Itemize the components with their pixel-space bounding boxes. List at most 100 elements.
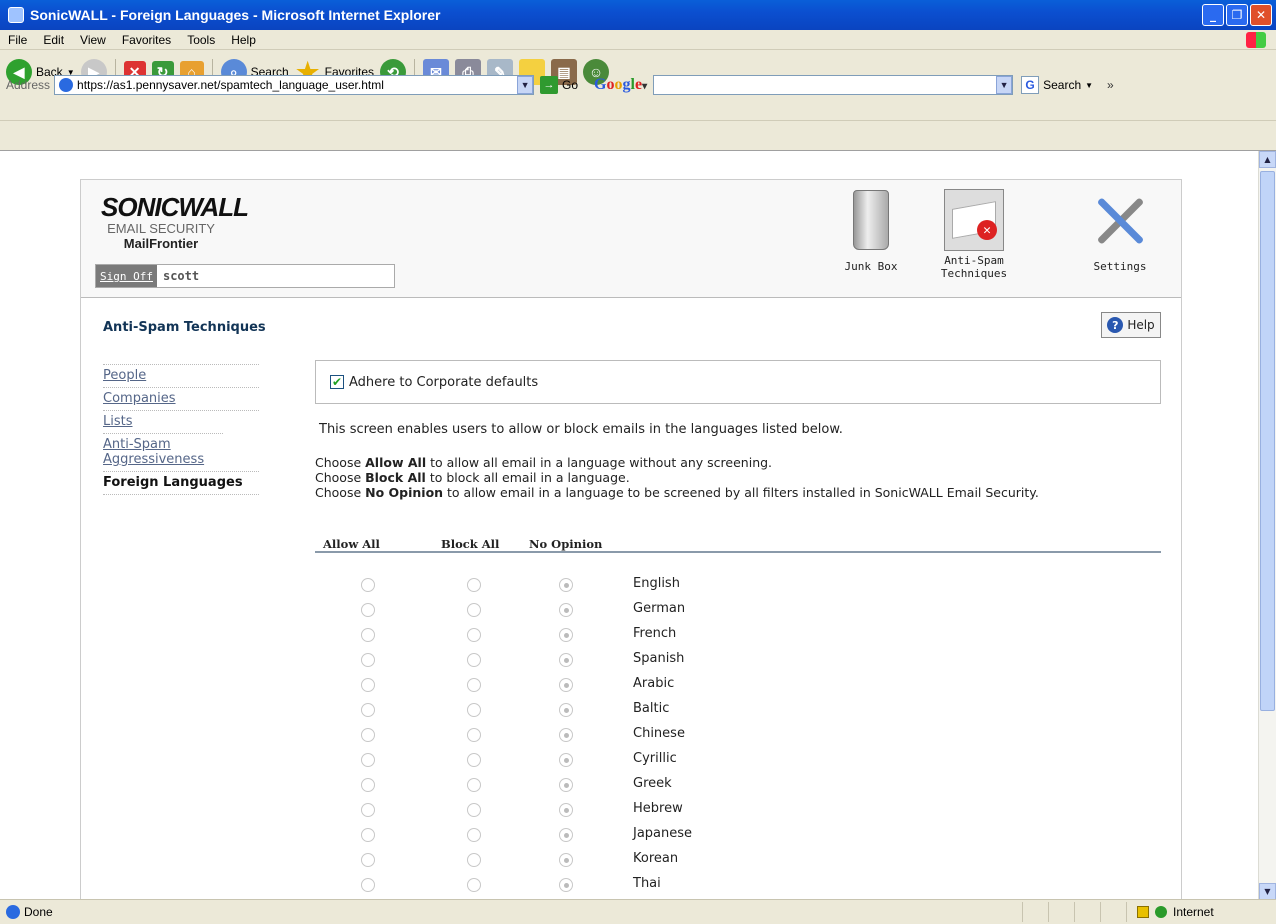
language-row: Japanese bbox=[81, 826, 1181, 851]
menu-favorites[interactable]: Favorites bbox=[114, 33, 179, 47]
no-opinion-radio[interactable] bbox=[559, 878, 573, 892]
ie-icon bbox=[8, 7, 24, 23]
restore-button[interactable]: ❐ bbox=[1226, 4, 1248, 26]
no-opinion-radio[interactable] bbox=[559, 703, 573, 717]
no-opinion-radio[interactable] bbox=[559, 803, 573, 817]
sidenav-anti-spam-aggressiveness[interactable]: Anti-Spam Aggressiveness bbox=[103, 433, 223, 471]
status-text: Done bbox=[24, 905, 53, 919]
block-all-radio[interactable] bbox=[467, 728, 481, 742]
language-row: Korean bbox=[81, 851, 1181, 876]
column-headers: Allow All Block All No Opinion bbox=[315, 534, 1161, 553]
address-input[interactable]: https://as1.pennysaver.net/spamtech_lang… bbox=[54, 75, 535, 95]
sidenav-people[interactable]: People bbox=[103, 364, 259, 387]
no-opinion-radio[interactable] bbox=[559, 603, 573, 617]
scroll-down-arrow[interactable]: ▼ bbox=[1259, 883, 1276, 899]
go-button[interactable]: → Go bbox=[540, 76, 578, 94]
block-all-radio[interactable] bbox=[467, 828, 481, 842]
no-opinion-radio[interactable] bbox=[559, 678, 573, 692]
menu-edit[interactable]: Edit bbox=[35, 33, 72, 47]
google-dropdown[interactable]: ▼ bbox=[996, 76, 1013, 94]
sidenav-foreign-languages[interactable]: Foreign Languages bbox=[103, 471, 259, 495]
allow-all-radio[interactable] bbox=[361, 878, 375, 892]
block-all-radio[interactable] bbox=[467, 878, 481, 892]
col-no-opinion: No Opinion bbox=[529, 537, 603, 551]
sonicwall-page: SONICWALL EMAIL SECURITY MailFrontier Si… bbox=[80, 179, 1182, 899]
google-search-input[interactable]: ▼ bbox=[653, 75, 1014, 95]
title-bar: SonicWALL - Foreign Languages - Microsof… bbox=[0, 0, 1276, 30]
allow-all-radio[interactable] bbox=[361, 853, 375, 867]
section-title: Anti-Spam Techniques bbox=[103, 320, 266, 335]
no-opinion-radio[interactable] bbox=[559, 653, 573, 667]
sign-off-link[interactable]: Sign Off bbox=[96, 265, 157, 287]
allow-all-radio[interactable] bbox=[361, 628, 375, 642]
google-search-button[interactable]: G Search ▼ bbox=[1021, 76, 1093, 94]
block-all-radio[interactable] bbox=[467, 803, 481, 817]
block-all-radio[interactable] bbox=[467, 853, 481, 867]
no-opinion-radio[interactable] bbox=[559, 828, 573, 842]
allow-all-radio[interactable] bbox=[361, 678, 375, 692]
allow-all-radio[interactable] bbox=[361, 803, 375, 817]
allow-all-radio[interactable] bbox=[361, 778, 375, 792]
minimize-button[interactable]: _ bbox=[1202, 4, 1224, 26]
status-bar: Done Internet bbox=[0, 899, 1276, 924]
allow-all-radio[interactable] bbox=[361, 828, 375, 842]
allow-all-radio[interactable] bbox=[361, 578, 375, 592]
language-name: English bbox=[633, 576, 680, 591]
menu-tools[interactable]: Tools bbox=[179, 33, 223, 47]
menu-help[interactable]: Help bbox=[223, 33, 264, 47]
close-button[interactable]: ✕ bbox=[1250, 4, 1272, 26]
block-all-radio[interactable] bbox=[467, 678, 481, 692]
corporate-defaults-box: ✔ Adhere to Corporate defaults bbox=[315, 360, 1161, 404]
block-all-radio[interactable] bbox=[467, 778, 481, 792]
address-bar-row: Address https://as1.pennysaver.net/spamt… bbox=[0, 73, 1276, 97]
allow-all-radio[interactable] bbox=[361, 728, 375, 742]
sidenav-lists[interactable]: Lists bbox=[103, 410, 259, 433]
block-all-radio[interactable] bbox=[467, 703, 481, 717]
scroll-up-arrow[interactable]: ▲ bbox=[1259, 151, 1276, 168]
nav-settings[interactable]: Settings bbox=[1075, 184, 1165, 273]
sidenav-companies[interactable]: Companies bbox=[103, 387, 259, 410]
google-logo[interactable]: Google▾ bbox=[594, 76, 647, 94]
vertical-scrollbar[interactable]: ▲ ▼ bbox=[1258, 151, 1276, 899]
no-opinion-radio[interactable] bbox=[559, 728, 573, 742]
no-opinion-radio[interactable] bbox=[559, 853, 573, 867]
windows-logo-icon bbox=[1246, 32, 1266, 48]
menu-file[interactable]: File bbox=[0, 33, 35, 47]
block-all-radio[interactable] bbox=[467, 653, 481, 667]
allow-all-radio[interactable] bbox=[361, 603, 375, 617]
go-arrow-icon: → bbox=[540, 76, 559, 94]
allow-all-radio[interactable] bbox=[361, 653, 375, 667]
allow-all-radio[interactable] bbox=[361, 703, 375, 717]
address-dropdown[interactable]: ▼ bbox=[517, 76, 534, 94]
corporate-defaults-checkbox[interactable]: ✔ bbox=[330, 375, 344, 389]
language-row: English bbox=[81, 576, 1181, 601]
toolbar-overflow-icon[interactable]: » bbox=[1107, 78, 1114, 92]
no-opinion-radio[interactable] bbox=[559, 778, 573, 792]
no-opinion-radio[interactable] bbox=[559, 628, 573, 642]
trash-can-icon bbox=[853, 190, 889, 250]
nav-anti-spam-techniques[interactable]: ✕ Anti-Spam Techniques bbox=[929, 184, 1019, 280]
block-all-radio[interactable] bbox=[467, 753, 481, 767]
block-all-radio[interactable] bbox=[467, 578, 481, 592]
language-name: Thai bbox=[633, 876, 661, 891]
menu-bar: File Edit View Favorites Tools Help bbox=[0, 30, 1276, 50]
language-name: Hebrew bbox=[633, 801, 683, 816]
side-navigation: People Companies Lists Anti-Spam Aggress… bbox=[103, 364, 259, 495]
no-opinion-radio[interactable] bbox=[559, 753, 573, 767]
scroll-thumb[interactable] bbox=[1260, 171, 1275, 711]
envelope-block-icon: ✕ bbox=[944, 189, 1004, 251]
block-all-radio[interactable] bbox=[467, 628, 481, 642]
block-all-radio[interactable] bbox=[467, 603, 481, 617]
nav-junk-box[interactable]: Junk Box bbox=[826, 184, 916, 273]
corporate-defaults-label[interactable]: Adhere to Corporate defaults bbox=[349, 375, 538, 390]
language-row: Greek bbox=[81, 776, 1181, 801]
language-row: Thai bbox=[81, 876, 1181, 899]
page-icon bbox=[59, 78, 74, 92]
language-row: Cyrillic bbox=[81, 751, 1181, 776]
no-opinion-radio[interactable] bbox=[559, 578, 573, 592]
help-button[interactable]: ? Help bbox=[1101, 312, 1161, 338]
allow-all-radio[interactable] bbox=[361, 753, 375, 767]
page-description: This screen enables users to allow or bl… bbox=[319, 422, 843, 437]
tools-icon bbox=[1091, 191, 1149, 249]
menu-view[interactable]: View bbox=[72, 33, 114, 47]
